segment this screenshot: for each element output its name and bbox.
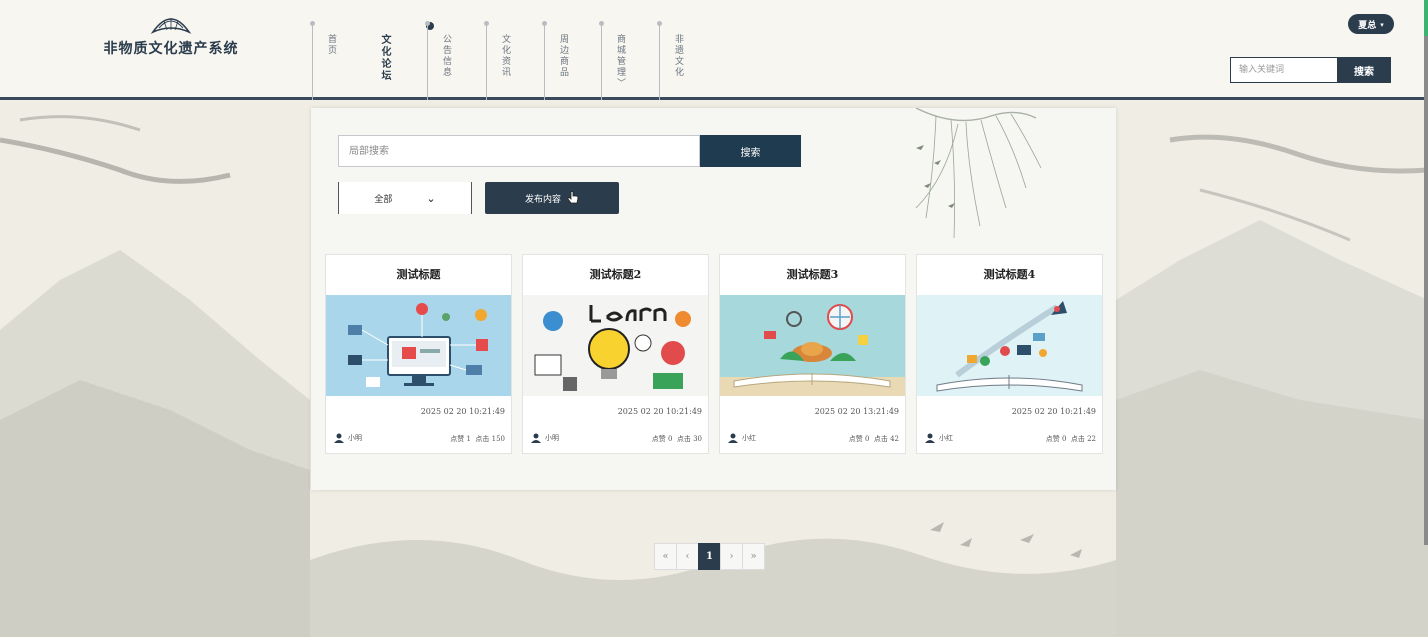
- ecommerce-illustration-icon: [326, 295, 511, 396]
- views-count: 点击 30: [676, 435, 702, 443]
- page-first-button[interactable]: «: [654, 543, 677, 570]
- category-selected-value: 全部: [374, 194, 393, 205]
- likes-count: 点赞 0: [848, 435, 870, 443]
- author-name: 小红: [742, 434, 756, 442]
- likes-count: 点赞 0: [1045, 435, 1067, 443]
- post-author: 小明: [334, 433, 362, 443]
- nav-label: 公告信息: [441, 34, 451, 78]
- nav-item-announcements[interactable]: 公告信息: [425, 21, 486, 100]
- post-stats: 点赞 0 点击 22: [1046, 434, 1096, 444]
- forum-panel: 搜索 全部 ⌄ 发布内容 测试标题 2025 02 20 10:21:49: [311, 108, 1116, 490]
- post-author: 小红: [925, 433, 953, 443]
- page-next-button[interactable]: ›: [720, 543, 743, 570]
- chevron-down-icon: ▾: [1380, 19, 1384, 29]
- nav-item-merchandise[interactable]: 周边商品: [542, 21, 601, 100]
- post-time: 2025 02 20 13:21:49: [814, 407, 899, 416]
- author-name: 小红: [939, 434, 953, 442]
- willow-decoration-icon: [915, 108, 1042, 239]
- nav-dot: [599, 21, 604, 26]
- forum-post-card[interactable]: 测试标题4 2025 02 20 10:21:49 小红 点赞 0 点击 22: [916, 254, 1103, 454]
- category-select[interactable]: 全部 ⌄: [338, 182, 472, 214]
- global-search-input[interactable]: [1230, 57, 1338, 83]
- page-prev-button[interactable]: ‹: [676, 543, 699, 570]
- local-search-button[interactable]: 搜索: [700, 135, 801, 167]
- fan-logo-icon: [150, 18, 192, 34]
- nav-dot: [425, 21, 430, 26]
- page-last-button[interactable]: »: [742, 543, 765, 570]
- post-time: 2025 02 20 10:21:49: [1011, 407, 1096, 416]
- forum-post-card[interactable]: 测试标题3 2025 02 20 13:21:49 小红 点赞 0 点击 42: [719, 254, 906, 454]
- likes-count: 点赞 1: [450, 435, 471, 443]
- nav-label: 文化论坛: [379, 34, 390, 82]
- post-title: 测试标题4: [983, 268, 1036, 281]
- nav-label: 周边商品: [558, 34, 568, 78]
- nav-item-heritage-culture[interactable]: 非遗文化: [657, 21, 717, 100]
- scrollbar[interactable]: [1424, 0, 1428, 545]
- user-name: 夏总: [1358, 20, 1377, 31]
- views-count: 点击 22: [1070, 435, 1096, 443]
- author-name: 小明: [545, 434, 559, 442]
- nav-item-culture-news[interactable]: 文化资讯: [484, 21, 544, 100]
- post-time: 2025 02 20 10:21:49: [617, 407, 702, 416]
- nav-item-forum[interactable]: 文化论坛: [370, 22, 434, 100]
- forum-post-card[interactable]: 测试标题 2025 02 20 10:21:49 小明 点赞 1 点击 150: [325, 254, 512, 454]
- post-author: 小明: [531, 433, 559, 443]
- post-time: 2025 02 20 10:21:49: [420, 407, 505, 416]
- book-travel-illustration-icon: [720, 295, 905, 396]
- pagination: « ‹ 1 › »: [654, 543, 765, 571]
- book-win-illustration-icon: [917, 295, 1102, 396]
- user-icon: [334, 433, 344, 443]
- nav-dot: [542, 21, 547, 26]
- post-title: 测试标题: [396, 268, 441, 281]
- post-stats: 点赞 0 点击 30: [652, 434, 702, 444]
- post-title: 测试标题3: [786, 268, 839, 281]
- user-icon: [925, 433, 935, 443]
- nav-dot: [484, 21, 489, 26]
- nav-label: 首页: [326, 34, 336, 56]
- local-search-input[interactable]: [338, 135, 700, 167]
- hand-cursor-icon: [567, 191, 579, 204]
- forum-post-card[interactable]: 测试标题2 2025 02 20 10:21:49 小明 点赞 0 点击 30: [522, 254, 709, 454]
- likes-count: 点赞 0: [651, 435, 673, 443]
- post-author: 小红: [728, 433, 756, 443]
- user-menu-button[interactable]: 夏总 ▾: [1348, 14, 1394, 34]
- nav-item-mall-management[interactable]: 商城管理〉: [599, 21, 659, 100]
- post-title: 测试标题2: [589, 268, 642, 281]
- publish-label: 发布内容: [524, 194, 561, 205]
- global-search-button[interactable]: 搜索: [1337, 57, 1391, 83]
- scrollbar-thumb[interactable]: [1424, 0, 1428, 36]
- chevron-down-icon: ⌄: [426, 191, 436, 205]
- views-count: 点击 42: [873, 435, 899, 443]
- learn-illustration-icon: [523, 295, 708, 396]
- views-count: 点击 150: [475, 435, 505, 443]
- site-title: 非物质文化遗产系统: [103, 41, 239, 57]
- nav-label: 非遗文化: [673, 34, 683, 78]
- nav-item-home[interactable]: 首页: [310, 21, 370, 100]
- site-logo[interactable]: 非物质文化遗产系统: [96, 12, 246, 58]
- nav-dot: [657, 21, 662, 26]
- author-name: 小明: [348, 434, 362, 442]
- nav-label: 文化资讯: [500, 34, 510, 78]
- publish-content-button[interactable]: 发布内容: [485, 182, 619, 214]
- post-stats: 点赞 0 点击 42: [849, 434, 899, 444]
- user-icon: [728, 433, 738, 443]
- top-header: 非物质文化遗产系统 首页 文化论坛 公告信息 文化资讯 周边商品 商城管理〉 非…: [0, 0, 1428, 100]
- nav-label: 商城管理〉: [615, 34, 625, 89]
- nav-dot: [310, 21, 315, 26]
- user-icon: [531, 433, 541, 443]
- page-number-button[interactable]: 1: [698, 543, 721, 570]
- post-stats: 点赞 1 点击 150: [450, 434, 505, 444]
